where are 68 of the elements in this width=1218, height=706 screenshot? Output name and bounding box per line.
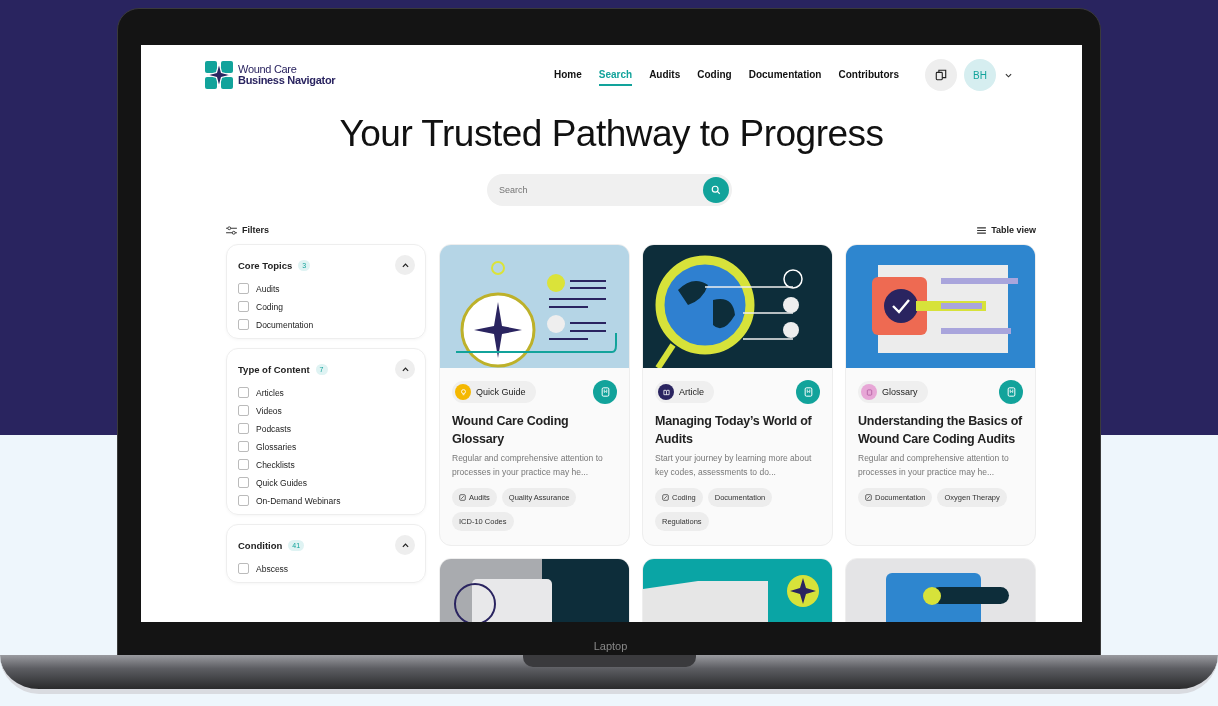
document-icon [459,494,466,501]
bookmark-button[interactable] [999,380,1023,404]
card-summary: Regular and comprehensive attention to processes in your practice may he... [452,452,604,479]
card-title[interactable]: Managing Today’s World of Audits [655,412,820,448]
checkbox[interactable] [238,423,249,434]
checkbox[interactable] [238,387,249,398]
document-icon [662,494,669,501]
collapse-button[interactable] [395,255,415,275]
card-summary: Regular and comprehensive attention to processes in your practice may he... [858,452,1010,479]
collapse-button[interactable] [395,535,415,555]
option-label: Abscess [256,563,289,574]
chevron-icon[interactable] [401,262,409,268]
checkbox[interactable] [238,459,249,470]
option-label: Audits [256,283,280,294]
option-label: On-Demand Webinars [256,495,341,506]
option-label: Videos [256,405,282,416]
checkbox[interactable] [238,495,249,506]
chevron-icon[interactable] [401,542,409,548]
content-type-label: Article [655,381,714,403]
filters-label[interactable]: Filters [242,225,269,235]
collapse-button[interactable] [395,359,415,379]
option-label: Glossaries [256,441,297,452]
option-label: Articles [256,387,284,398]
hero-title: Your Trusted Pathway to Progress [338,113,885,155]
card-summary: Start your journey by learning more about key codes, assessments to do... [655,452,813,479]
content-type-label: Quick Guide [452,381,536,403]
copy-icon[interactable] [935,69,947,81]
document-icon [865,494,872,501]
table-view-toggle[interactable]: Table view [977,225,1036,235]
nav-link[interactable]: Documentation [748,64,822,86]
filter-group-title: Condition [238,539,283,551]
filters-toggle[interactable]: Filters [226,225,269,235]
checkbox[interactable] [238,563,249,574]
filter-group-title: Core Topics [238,259,293,271]
checkbox[interactable] [238,283,249,294]
bookmark-button[interactable] [796,380,820,404]
table-view-label[interactable]: Table view [991,225,1036,235]
option-label: Coding [256,301,283,312]
card-title[interactable]: Understanding the Basics of Wound Care Coding Audits [858,412,1023,448]
card-title[interactable]: Wound Care Coding Glossary [452,412,617,448]
checkbox[interactable] [238,405,249,416]
copy-button[interactable] [925,59,957,91]
option-label: Checklists [256,459,295,470]
option-label: Podcasts [256,423,291,434]
checkbox[interactable] [238,319,249,330]
caret-icon[interactable] [1005,72,1012,78]
bookmark-icon[interactable] [1006,387,1016,397]
nav-link[interactable]: Home [553,64,582,86]
chevron-icon[interactable] [401,366,409,372]
nav-link[interactable]: Audits [649,64,681,86]
filter-group-title: Type of Content [238,363,310,375]
bookmark-button[interactable] [593,380,617,404]
checkbox[interactable] [238,441,249,452]
nav-link[interactable]: Coding [697,64,732,86]
list-icon[interactable] [977,226,987,234]
brand-name[interactable]: Wound Care Business Navigator [238,64,336,86]
option-label: Quick Guides [256,477,308,488]
option-label: Documentation [256,319,314,330]
checkbox[interactable] [238,301,249,312]
sliders-icon[interactable] [226,225,237,235]
content-type-label: Glossary [858,381,928,403]
logo-icon [205,61,233,89]
device-label: Laptop [592,640,629,652]
nav-link[interactable]: Contributors [838,64,899,86]
bookmark-icon[interactable] [803,387,813,397]
bookmark-icon[interactable] [600,387,610,397]
checkbox[interactable] [238,477,249,488]
search-field[interactable]: Search [487,174,732,206]
